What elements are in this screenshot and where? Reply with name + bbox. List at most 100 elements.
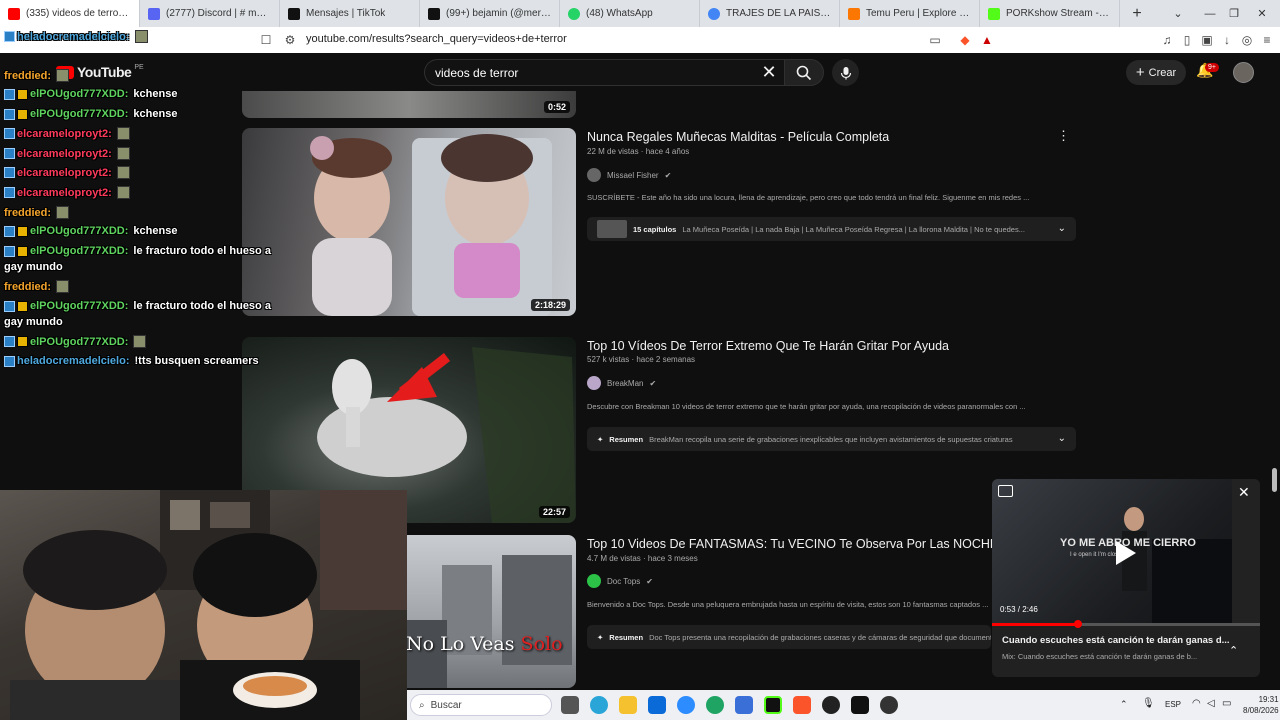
- thumbnail-caption: No Lo Veas Solo: [406, 633, 563, 655]
- user-avatar[interactable]: [1233, 62, 1254, 83]
- chat-username: elPOUgod777XDD:: [30, 88, 129, 100]
- channel-link[interactable]: Doc Tops ✔: [587, 574, 653, 588]
- cast-icon[interactable]: ▭: [927, 32, 943, 48]
- rewards-icon[interactable]: ▲: [979, 32, 995, 48]
- progress-fill: [992, 623, 1078, 626]
- summary-box[interactable]: ✦ Resumen BreakMan recopila una serie de…: [587, 427, 1076, 451]
- browser-tab[interactable]: (48) WhatsApp: [560, 0, 700, 27]
- chevron-down-icon[interactable]: ⌄: [1058, 223, 1066, 234]
- wallet-icon[interactable]: ▣: [1199, 32, 1215, 48]
- video-title[interactable]: Top 10 Vídeos De Terror Extremo Que Te H…: [587, 339, 949, 353]
- microphone-icon[interactable]: 🎙: [1142, 698, 1155, 709]
- mini-player[interactable]: YO ME ABRO ME CIERRO I e open it I'm clo…: [992, 479, 1260, 677]
- summary-box[interactable]: ✦ Resumen Doc Tops presenta una recopila…: [587, 625, 991, 649]
- kick-favicon-icon: [988, 7, 1000, 20]
- video-thumbnail[interactable]: 0:52: [242, 91, 576, 118]
- video-title[interactable]: Nunca Regales Muñecas Malditas - Películ…: [587, 130, 889, 144]
- subscriber-badge-icon: [17, 88, 28, 100]
- browser-tab-strip: (335) videos de terror - YouTube (2777) …: [0, 0, 1280, 27]
- kick-icon[interactable]: [764, 696, 782, 714]
- chat-text-continued: gay mundo: [4, 261, 63, 273]
- browser-tab[interactable]: (335) videos de terror - YouTube: [0, 0, 140, 27]
- create-button[interactable]: + Crear: [1126, 60, 1186, 85]
- edge-icon[interactable]: [706, 696, 724, 714]
- chat-username: freddied:: [4, 280, 52, 293]
- task-view-icon[interactable]: [561, 696, 579, 714]
- voice-search-button[interactable]: [832, 59, 859, 86]
- bookmark-icon[interactable]: ☐: [258, 32, 274, 48]
- brave-shield-icon[interactable]: ◆: [957, 32, 973, 48]
- search-icon: [796, 65, 812, 80]
- app-icon[interactable]: [880, 696, 898, 714]
- clock[interactable]: 19:31 8/08/2026: [1243, 694, 1279, 716]
- brave-icon[interactable]: [793, 696, 811, 714]
- app-icon[interactable]: [735, 696, 753, 714]
- chat-emote-icon: [56, 69, 70, 82]
- close-mini-player-icon[interactable]: ✕: [1238, 484, 1250, 501]
- mini-player-progress[interactable]: [992, 620, 1260, 628]
- browser-tab[interactable]: (2777) Discord | # multimedia: [140, 0, 280, 27]
- chat-emote-icon: [116, 147, 130, 160]
- page-scrollbar[interactable]: [1272, 468, 1277, 492]
- tab-list-chevron-icon[interactable]: ⌄: [1160, 0, 1196, 27]
- play-icon[interactable]: [1116, 541, 1136, 565]
- chat-emote-icon: [116, 127, 130, 140]
- video-title[interactable]: Top 10 Videos De FANTASMAS: Tu VECINO Te…: [587, 537, 1017, 551]
- subscriber-badge-icon: [17, 336, 28, 347]
- vpn-icon[interactable]: ◎: [1239, 32, 1255, 48]
- file-explorer-icon[interactable]: [619, 696, 637, 714]
- more-options-icon[interactable]: ⋮: [1057, 128, 1070, 144]
- volume-icon[interactable]: ◁: [1207, 698, 1215, 709]
- video-meta: 4.7 M de vistas · hace 3 meses: [587, 554, 698, 563]
- new-tab-button[interactable]: +: [1126, 3, 1148, 25]
- chapters-box[interactable]: 15 capítulos La Muñeca Poseída | La nada…: [587, 217, 1076, 241]
- progress-knob[interactable]: [1073, 620, 1082, 628]
- sidebar-icon[interactable]: ▯: [1179, 32, 1195, 48]
- youtube-logo[interactable]: YouTube PE: [56, 64, 144, 80]
- tiktok-icon[interactable]: [851, 696, 869, 714]
- channel-link[interactable]: BreakMan ✔: [587, 376, 656, 390]
- obs-icon[interactable]: [822, 696, 840, 714]
- chevron-down-icon[interactable]: ⌄: [1058, 433, 1066, 444]
- chat-username: elPOUgod777XDD:: [30, 300, 129, 312]
- chat-message: elcarameloproyt2:: [4, 127, 130, 140]
- download-icon[interactable]: ↓: [1219, 32, 1235, 48]
- browser-tab[interactable]: TRAJES DE LA PAISANA JACINTA: [700, 0, 840, 27]
- wifi-icon[interactable]: ◠: [1192, 698, 1201, 709]
- chat-badge-icon: [4, 167, 15, 178]
- mini-player-video[interactable]: YO ME ABRO ME CIERRO I e open it I'm clo…: [992, 479, 1260, 625]
- menu-icon[interactable]: ≡: [1259, 32, 1275, 48]
- clear-search-icon[interactable]: ✕: [758, 61, 780, 83]
- chevron-up-icon[interactable]: ⌃: [1229, 644, 1238, 657]
- music-icon[interactable]: ♫: [1159, 32, 1175, 48]
- chat-username: elcarameloproyt2:: [17, 186, 112, 199]
- chat-message: freddied:: [4, 280, 70, 293]
- search-input[interactable]: videos de terror: [424, 59, 786, 86]
- verified-icon: ✔: [646, 576, 653, 586]
- chat-username: elPOUgod777XDD:: [30, 335, 129, 348]
- copilot-icon[interactable]: [590, 696, 608, 714]
- url-field[interactable]: youtube.com/results?search_query=videos+…: [306, 33, 567, 45]
- taskbar-search[interactable]: ⌕ Buscar: [410, 694, 552, 716]
- browser-tab[interactable]: (99+) bejamin (@merch88_) | TikTok: [420, 0, 560, 27]
- search-button[interactable]: [784, 59, 824, 86]
- video-thumbnail[interactable]: 2:18:29: [242, 128, 576, 316]
- mini-player-title[interactable]: Cuando escuches está canción te darán ga…: [1002, 635, 1230, 646]
- youtube-favicon-icon: [8, 7, 20, 20]
- close-window-button[interactable]: ✕: [1244, 0, 1280, 27]
- browser-tab[interactable]: Mensajes | TikTok: [280, 0, 420, 27]
- battery-icon[interactable]: ▭: [1222, 698, 1231, 709]
- browser-tab[interactable]: Temu Peru | Explore the Latest: [840, 0, 980, 27]
- chat-badge-icon: [4, 300, 15, 312]
- discord-favicon-icon: [148, 7, 160, 20]
- language-indicator[interactable]: ESP: [1165, 700, 1181, 709]
- chat-emote-icon: [134, 30, 148, 43]
- site-settings-icon[interactable]: ⚙: [282, 32, 298, 48]
- browser-tab[interactable]: PORKshow Stream - Watch Live: [980, 0, 1120, 27]
- tray-chevron-icon[interactable]: ⌃: [1120, 699, 1128, 710]
- chat-message: heladocremadelcielo: !tts busquen screame…: [4, 355, 259, 367]
- expand-player-icon[interactable]: [998, 485, 1013, 497]
- zoom-icon[interactable]: [677, 696, 695, 714]
- channel-link[interactable]: Missael Fisher ✔: [587, 168, 671, 182]
- store-icon[interactable]: [648, 696, 666, 714]
